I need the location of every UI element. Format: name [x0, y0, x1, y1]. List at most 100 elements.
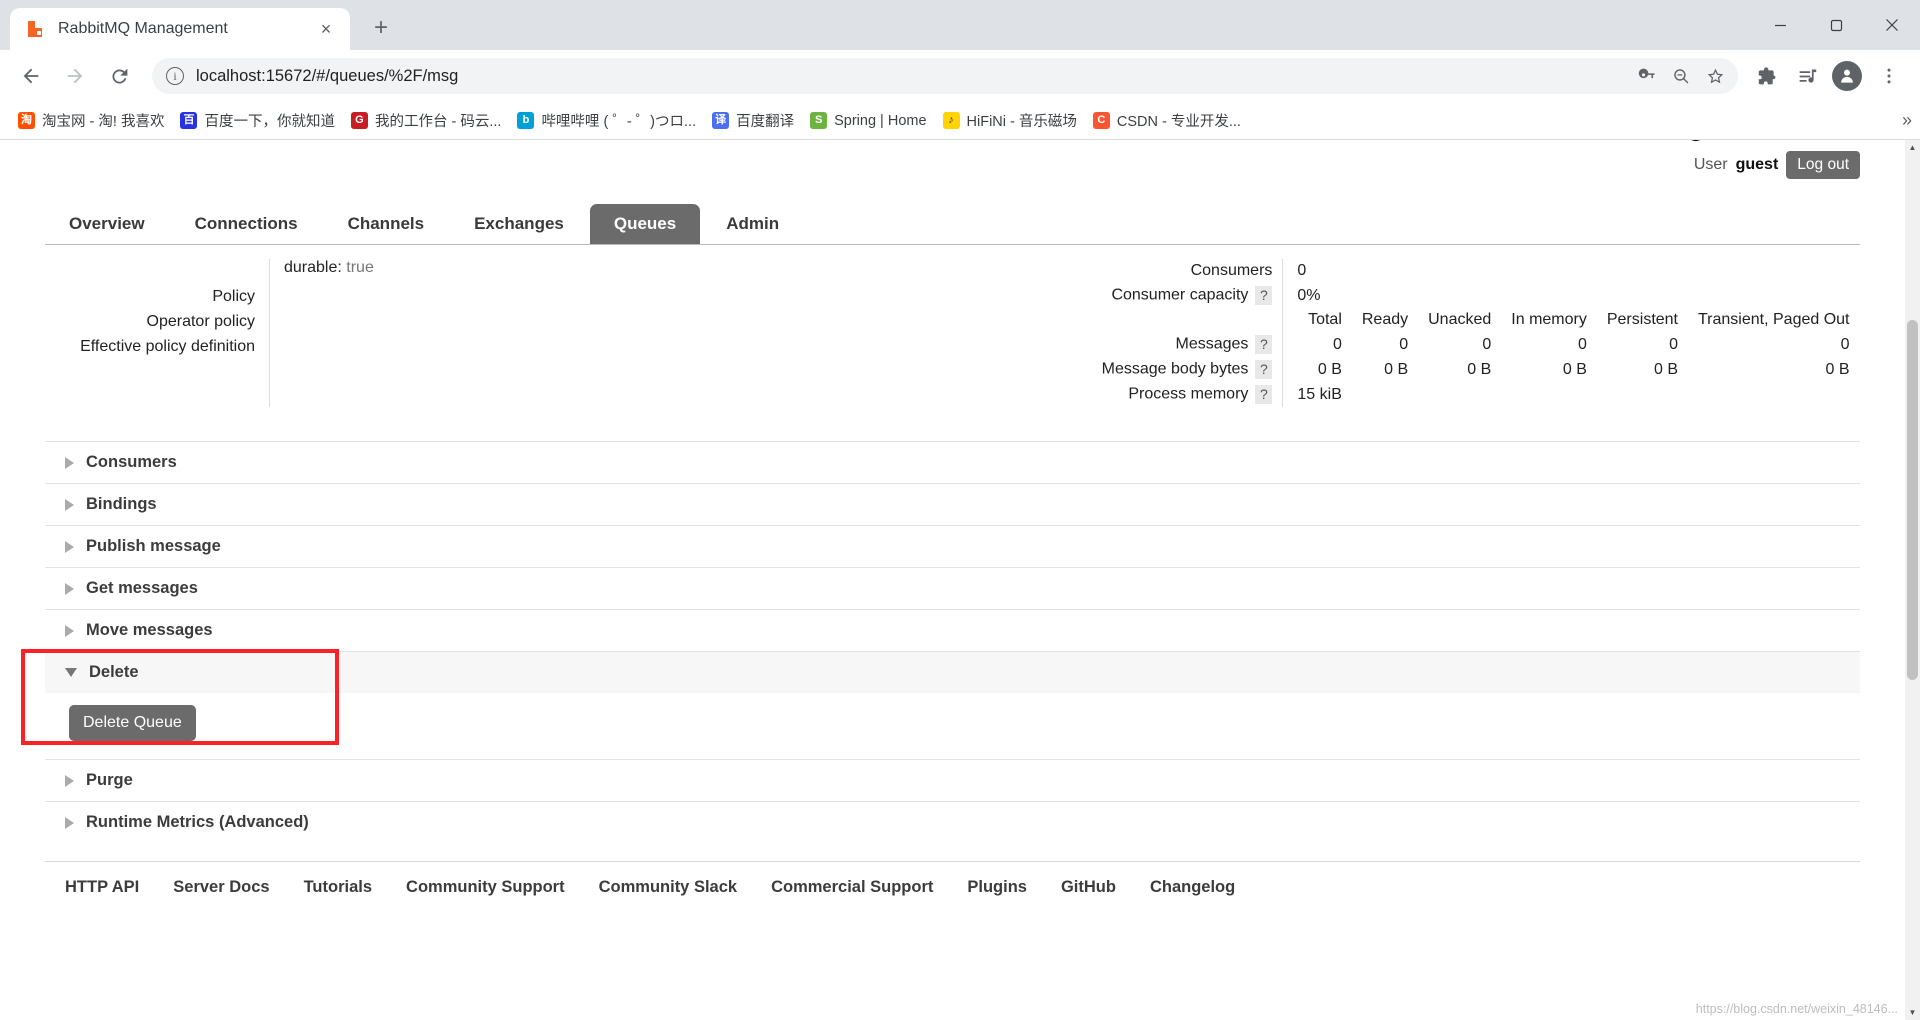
gitee-icon: G [350, 112, 368, 129]
section-delete[interactable]: Delete [45, 651, 1860, 693]
section-consumers[interactable]: Consumers [45, 441, 1860, 483]
bookmark-item[interactable]: C CSDN - 专业开发... [1085, 107, 1249, 135]
stats-header-row: Total Ready Unacked In memory Persistent… [1092, 308, 1860, 332]
main-nav-tabs: Overview Connections Channels Exchanges … [45, 204, 1860, 245]
bytes-unacked: 0 B [1467, 360, 1492, 378]
scrollbar-thumb[interactable] [1907, 320, 1918, 680]
media-control-icon[interactable] [1788, 57, 1826, 95]
bookmark-star-icon[interactable] [1700, 61, 1730, 91]
delete-queue-button[interactable]: Delete Queue [69, 705, 196, 741]
messages-unacked: 0 [1482, 335, 1492, 353]
process-memory-row: Process memory? 15 kiB [1092, 382, 1860, 407]
reload-icon[interactable] [100, 57, 138, 95]
zoom-icon[interactable] [1666, 61, 1696, 91]
bookmarks-bar: 淘 淘宝网 - 淘! 我喜欢 百 百度一下，你就知道 G 我的工作台 - 码云.… [0, 102, 1920, 140]
footer-link-commercial-support[interactable]: Commercial Support [771, 878, 933, 897]
column-ready: Ready [1361, 311, 1409, 328]
bytes-transient-paged-out: 0 B [1825, 360, 1850, 378]
maximize-icon[interactable] [1808, 0, 1864, 50]
footer-link-plugins[interactable]: Plugins [967, 878, 1027, 897]
bookmark-item[interactable]: 百 百度一下，你就知道 [172, 107, 343, 135]
tab-exchanges[interactable]: Exchanges [450, 204, 588, 244]
scroll-down-icon[interactable]: ▼ [1905, 1005, 1920, 1020]
bookmark-label: CSDN - 专业开发... [1116, 114, 1241, 130]
effective-policy-definition-label: Effective policy definition [80, 338, 255, 355]
tab-channels[interactable]: Channels [324, 204, 449, 244]
footer-link-community-support[interactable]: Community Support [406, 878, 565, 897]
queue-policy-labels: Policy Operator policy Effective policy … [45, 259, 270, 407]
durable-label: durable: [284, 259, 342, 276]
bookmark-item[interactable]: 淘 淘宝网 - 淘! 我喜欢 [10, 107, 172, 135]
baidu-icon: 百 [180, 112, 198, 129]
help-icon[interactable]: ? [1255, 286, 1273, 305]
scroll-up-icon[interactable]: ▲ [1905, 140, 1920, 155]
logout-button[interactable]: Log out [1786, 151, 1860, 179]
section-purge[interactable]: Purge [45, 759, 1860, 801]
messages-label: Messages [1175, 335, 1249, 353]
tab-connections[interactable]: Connections [171, 204, 322, 244]
section-label: Publish message [86, 537, 221, 555]
section-label: Runtime Metrics (Advanced) [86, 813, 309, 831]
close-window-icon[interactable] [1864, 0, 1920, 50]
bookmarks-overflow-icon[interactable]: » [1902, 110, 1912, 131]
column-unacked: Unacked [1428, 311, 1492, 328]
hifini-icon: ♪ [942, 112, 960, 129]
tab-admin[interactable]: Admin [702, 204, 803, 244]
footer-link-http-api[interactable]: HTTP API [65, 878, 139, 897]
column-transient-paged-out: Transient, Paged Out [1698, 311, 1850, 328]
bookmark-item[interactable]: G 我的工作台 - 码云... [343, 107, 509, 135]
bookmark-item[interactable]: ♪ HiFiNi - 音乐磁场 [935, 107, 1085, 135]
section-move-messages[interactable]: Move messages [45, 609, 1860, 651]
messages-row: Messages? 0 0 0 0 0 0 [1092, 332, 1860, 357]
footer-link-tutorials[interactable]: Tutorials [304, 878, 372, 897]
new-tab-button[interactable]: + [364, 11, 398, 45]
bytes-total: 0 B [1282, 357, 1352, 382]
tab-overview[interactable]: Overview [45, 204, 169, 244]
section-publish-message[interactable]: Publish message [45, 525, 1860, 567]
footer-link-changelog[interactable]: Changelog [1150, 878, 1235, 897]
password-key-icon[interactable] [1632, 61, 1662, 91]
browser-menu-icon[interactable] [1870, 57, 1908, 95]
chevron-right-icon [65, 498, 74, 511]
site-info-icon[interactable]: i [166, 67, 184, 85]
tab-queues[interactable]: Queues [589, 204, 701, 244]
bookmark-label: 百度一下，你就知道 [204, 114, 335, 130]
help-icon[interactable]: ? [1255, 385, 1273, 404]
chevron-right-icon [65, 456, 74, 469]
consumer-capacity-label: Consumer capacity [1111, 286, 1249, 304]
forward-icon[interactable] [56, 57, 94, 95]
section-runtime-metrics[interactable]: Runtime Metrics (Advanced) [45, 801, 1860, 843]
section-get-messages[interactable]: Get messages [45, 567, 1860, 609]
chevron-down-icon [65, 668, 77, 677]
fanyi-icon: 译 [712, 112, 730, 129]
bookmark-item[interactable]: 译 百度翻译 [704, 107, 802, 135]
bytes-ready: 0 B [1384, 360, 1409, 378]
rabbitmq-favicon-icon [26, 19, 46, 39]
bookmark-label: 我的工作台 - 码云... [374, 114, 502, 130]
back-icon[interactable] [12, 57, 50, 95]
cluster-row: Cluster rabbit@DESKTOP-2OBSOIM [1423, 140, 1860, 144]
section-label: Purge [86, 771, 133, 789]
bookmark-item[interactable]: S Spring | Home [802, 107, 934, 135]
close-tab-icon[interactable]: × [312, 15, 340, 43]
bookmark-item[interactable]: b 哔哩哔哩 ( ゜- ゜)つロ... [509, 107, 704, 135]
browser-tab-rabbitmq[interactable]: RabbitMQ Management × [10, 8, 350, 50]
minimize-icon[interactable] [1752, 0, 1808, 50]
footer-link-community-slack[interactable]: Community Slack [599, 878, 737, 897]
profile-avatar[interactable] [1832, 61, 1862, 91]
extensions-icon[interactable] [1748, 57, 1786, 95]
bytes-in-memory: 0 B [1562, 360, 1587, 378]
section-bindings[interactable]: Bindings [45, 483, 1860, 525]
footer-link-server-docs[interactable]: Server Docs [173, 878, 269, 897]
page-scrollbar[interactable]: ▲ ▼ [1905, 140, 1920, 1020]
messages-persistent: 0 [1669, 335, 1678, 353]
omnibox-actions [1632, 61, 1730, 91]
help-icon[interactable]: ? [1255, 335, 1273, 354]
user-label: User [1693, 156, 1728, 173]
process-memory-label: Process memory [1128, 385, 1249, 403]
footer-link-github[interactable]: GitHub [1061, 878, 1116, 897]
help-icon[interactable]: ? [1255, 360, 1273, 379]
consumer-capacity-value: 0% [1282, 283, 1352, 308]
address-bar[interactable]: i localhost:15672/#/queues/%2F/msg [152, 58, 1738, 94]
messages-in-memory: 0 [1577, 335, 1587, 353]
